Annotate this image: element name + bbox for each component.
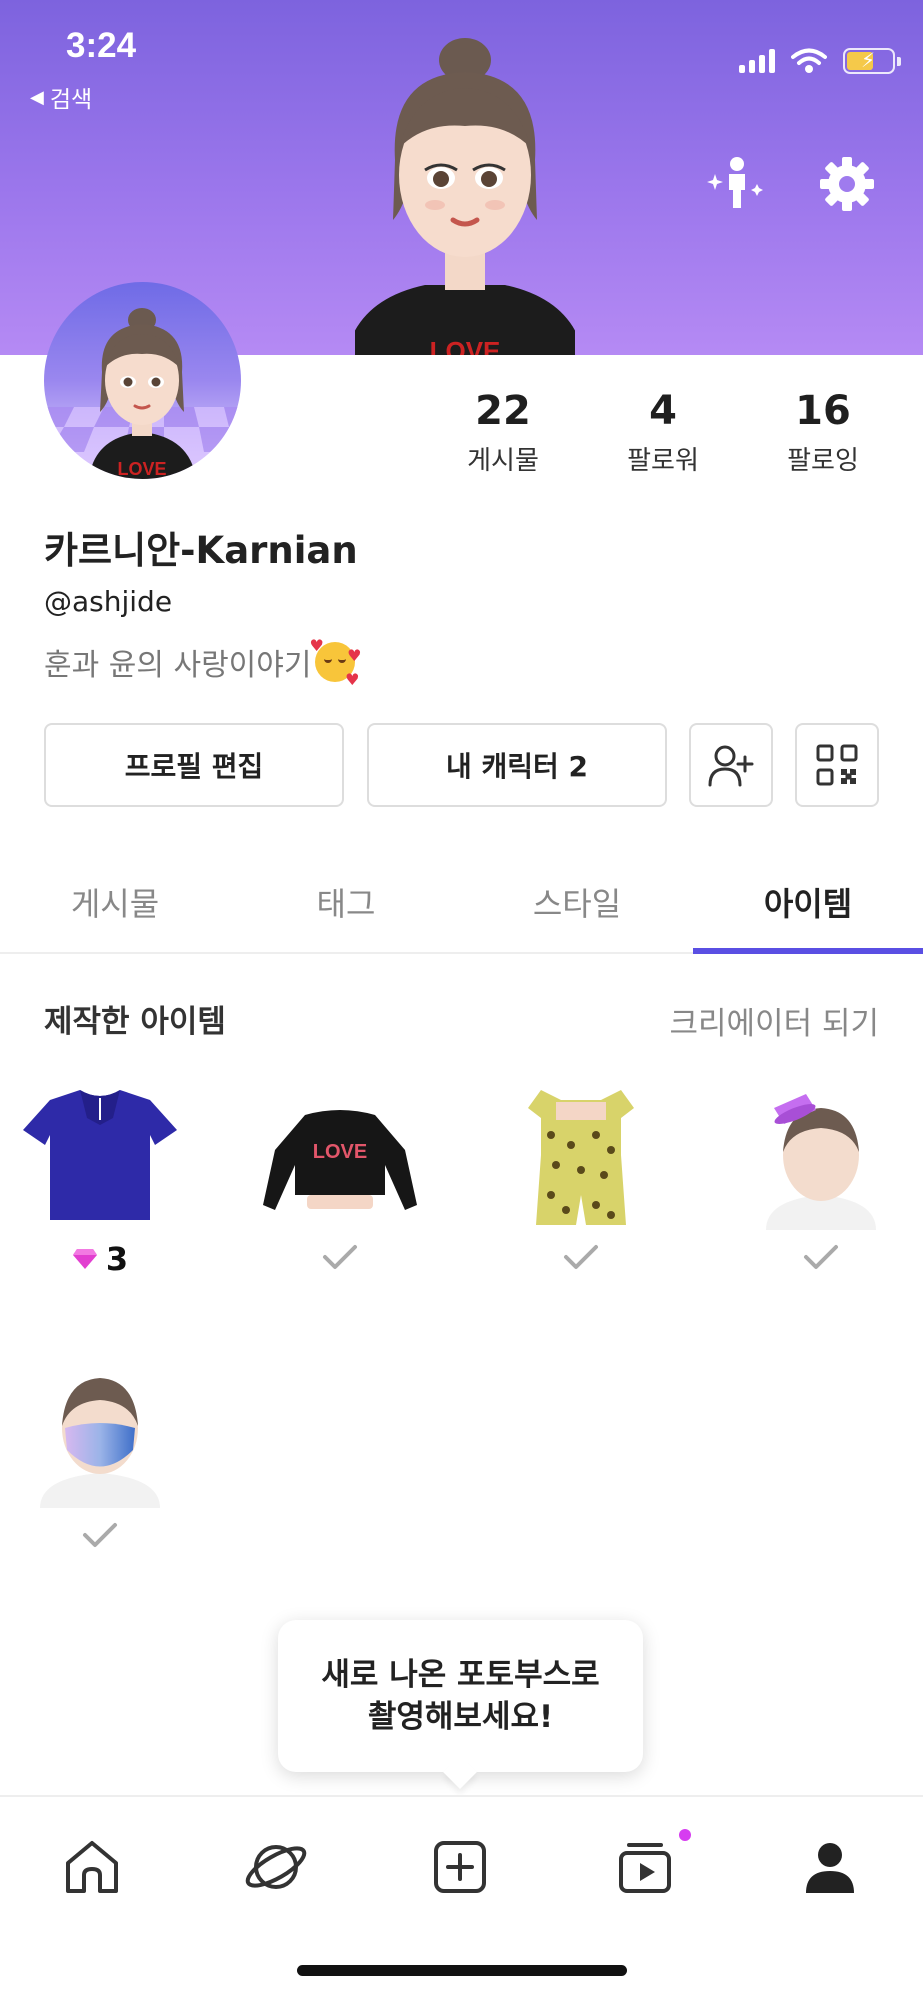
profile-avatar-image: LOVE <box>44 308 241 479</box>
stat-followers[interactable]: 4 팔로워 <box>593 388 733 477</box>
person-icon <box>806 1843 854 1893</box>
smiling-face-with-hearts-icon: ♥ ♥ ♥ <box>309 636 362 689</box>
item-card[interactable]: LOVE <box>245 1080 435 1310</box>
item-owned <box>486 1240 676 1280</box>
svg-text:LOVE: LOVE <box>430 336 501 355</box>
cellular-signal-icon <box>739 49 775 73</box>
section-title: 제작한 아이템 <box>44 1004 226 1040</box>
tooltip-line-1: 새로 나온 포토부스로 <box>321 1657 600 1693</box>
checkmark-icon <box>804 1245 838 1269</box>
back-to-search-link[interactable]: ◀ 검색 <box>30 80 92 114</box>
item-card[interactable] <box>5 1358 195 1588</box>
blue-tshirt-thumbnail <box>23 1090 177 1220</box>
character-avatar-large: LOVE <box>355 38 575 355</box>
planet-icon <box>245 1845 307 1889</box>
sunflower-romper-thumbnail <box>528 1090 634 1225</box>
stat-followers-count: 4 <box>649 388 677 434</box>
settings-button[interactable] <box>815 152 879 216</box>
back-triangle-icon: ◀ <box>30 86 44 108</box>
tab-style[interactable]: 스타일 <box>462 870 692 954</box>
profile-handle: @ashjide <box>44 585 173 618</box>
item-card[interactable] <box>486 1080 676 1310</box>
add-friend-button[interactable] <box>689 723 773 807</box>
nav-profile[interactable] <box>790 1827 870 1907</box>
stat-following-label: 팔로잉 <box>787 446 859 476</box>
profile-avatar[interactable]: LOVE <box>44 282 241 479</box>
edit-profile-button[interactable]: 프로필 편집 <box>44 723 344 807</box>
profile-screen: 3:24 ◀ 검색 ⚡ LOVE LOVE 22 게시물 4 팔로워 16 팔로… <box>0 0 923 2000</box>
profile-bio-text: 훈과 윤의 사랑이야기 <box>44 648 312 683</box>
add-square-icon <box>434 1841 486 1893</box>
stat-followers-label: 팔로워 <box>627 446 699 476</box>
svg-text:LOVE: LOVE <box>313 1141 367 1163</box>
gradient-mask-thumbnail <box>40 1378 160 1508</box>
my-character-button[interactable]: 내 캐릭터 2 <box>367 723 667 807</box>
avatar-action-button[interactable] <box>705 152 769 216</box>
nav-create[interactable] <box>420 1827 500 1907</box>
notification-dot <box>679 1829 691 1841</box>
home-indicator <box>297 1965 627 1976</box>
black-love-crop-top-thumbnail: LOVE <box>263 1110 417 1210</box>
item-owned <box>245 1240 435 1280</box>
video-play-icon <box>619 1843 671 1893</box>
home-icon <box>66 1841 118 1893</box>
item-price-value: 3 <box>105 1240 129 1278</box>
gear-icon <box>820 157 874 211</box>
battery-icon: ⚡ <box>843 48 901 74</box>
nav-home[interactable] <box>52 1827 132 1907</box>
purple-mini-hat-thumbnail <box>766 1094 876 1230</box>
nav-videos[interactable] <box>605 1827 691 1907</box>
item-owned <box>5 1518 195 1558</box>
wifi-icon <box>791 48 827 73</box>
checkmark-icon <box>83 1523 117 1547</box>
tooltip-line-2: 촬영해보세요! <box>367 1699 554 1735</box>
qr-code-icon <box>816 744 858 786</box>
tab-tags[interactable]: 태그 <box>231 870 461 954</box>
profile-tabs: 게시물 태그 스타일 아이템 <box>0 870 923 954</box>
avatar-sparkle-icon <box>707 157 763 208</box>
stat-posts-label: 게시물 <box>467 446 539 476</box>
stat-following[interactable]: 16 팔로잉 <box>753 388 893 477</box>
become-creator-link[interactable]: 크리에이터 되기 <box>670 998 880 1043</box>
qr-code-button[interactable] <box>795 723 879 807</box>
status-icons: ⚡ <box>739 48 901 74</box>
item-card[interactable] <box>726 1080 916 1310</box>
stat-following-count: 16 <box>795 388 851 434</box>
svg-text:LOVE: LOVE <box>117 459 166 479</box>
stat-posts[interactable]: 22 게시물 <box>433 388 573 477</box>
tab-items[interactable]: 아이템 <box>693 870 923 954</box>
nav-explore[interactable] <box>236 1827 316 1907</box>
back-label: 검색 <box>49 87 93 113</box>
tab-posts[interactable]: 게시물 <box>0 870 230 954</box>
item-card[interactable]: 3 <box>5 1080 195 1310</box>
checkmark-icon <box>323 1245 357 1269</box>
profile-name: 카르니안-Karnian <box>44 529 358 572</box>
status-time: 3:24 <box>66 26 137 65</box>
photobooth-tooltip[interactable]: 새로 나온 포토부스로 촬영해보세요! <box>278 1620 643 1772</box>
item-owned <box>726 1240 916 1280</box>
stat-posts-count: 22 <box>475 388 531 434</box>
item-price: 3 <box>5 1240 195 1278</box>
add-person-icon <box>708 745 754 787</box>
active-tab-indicator <box>693 948 923 954</box>
checkmark-icon <box>564 1245 598 1269</box>
profile-bio: 훈과 윤의 사랑이야기 ♥ ♥ ♥ <box>44 636 362 689</box>
gem-icon <box>72 1249 97 1269</box>
